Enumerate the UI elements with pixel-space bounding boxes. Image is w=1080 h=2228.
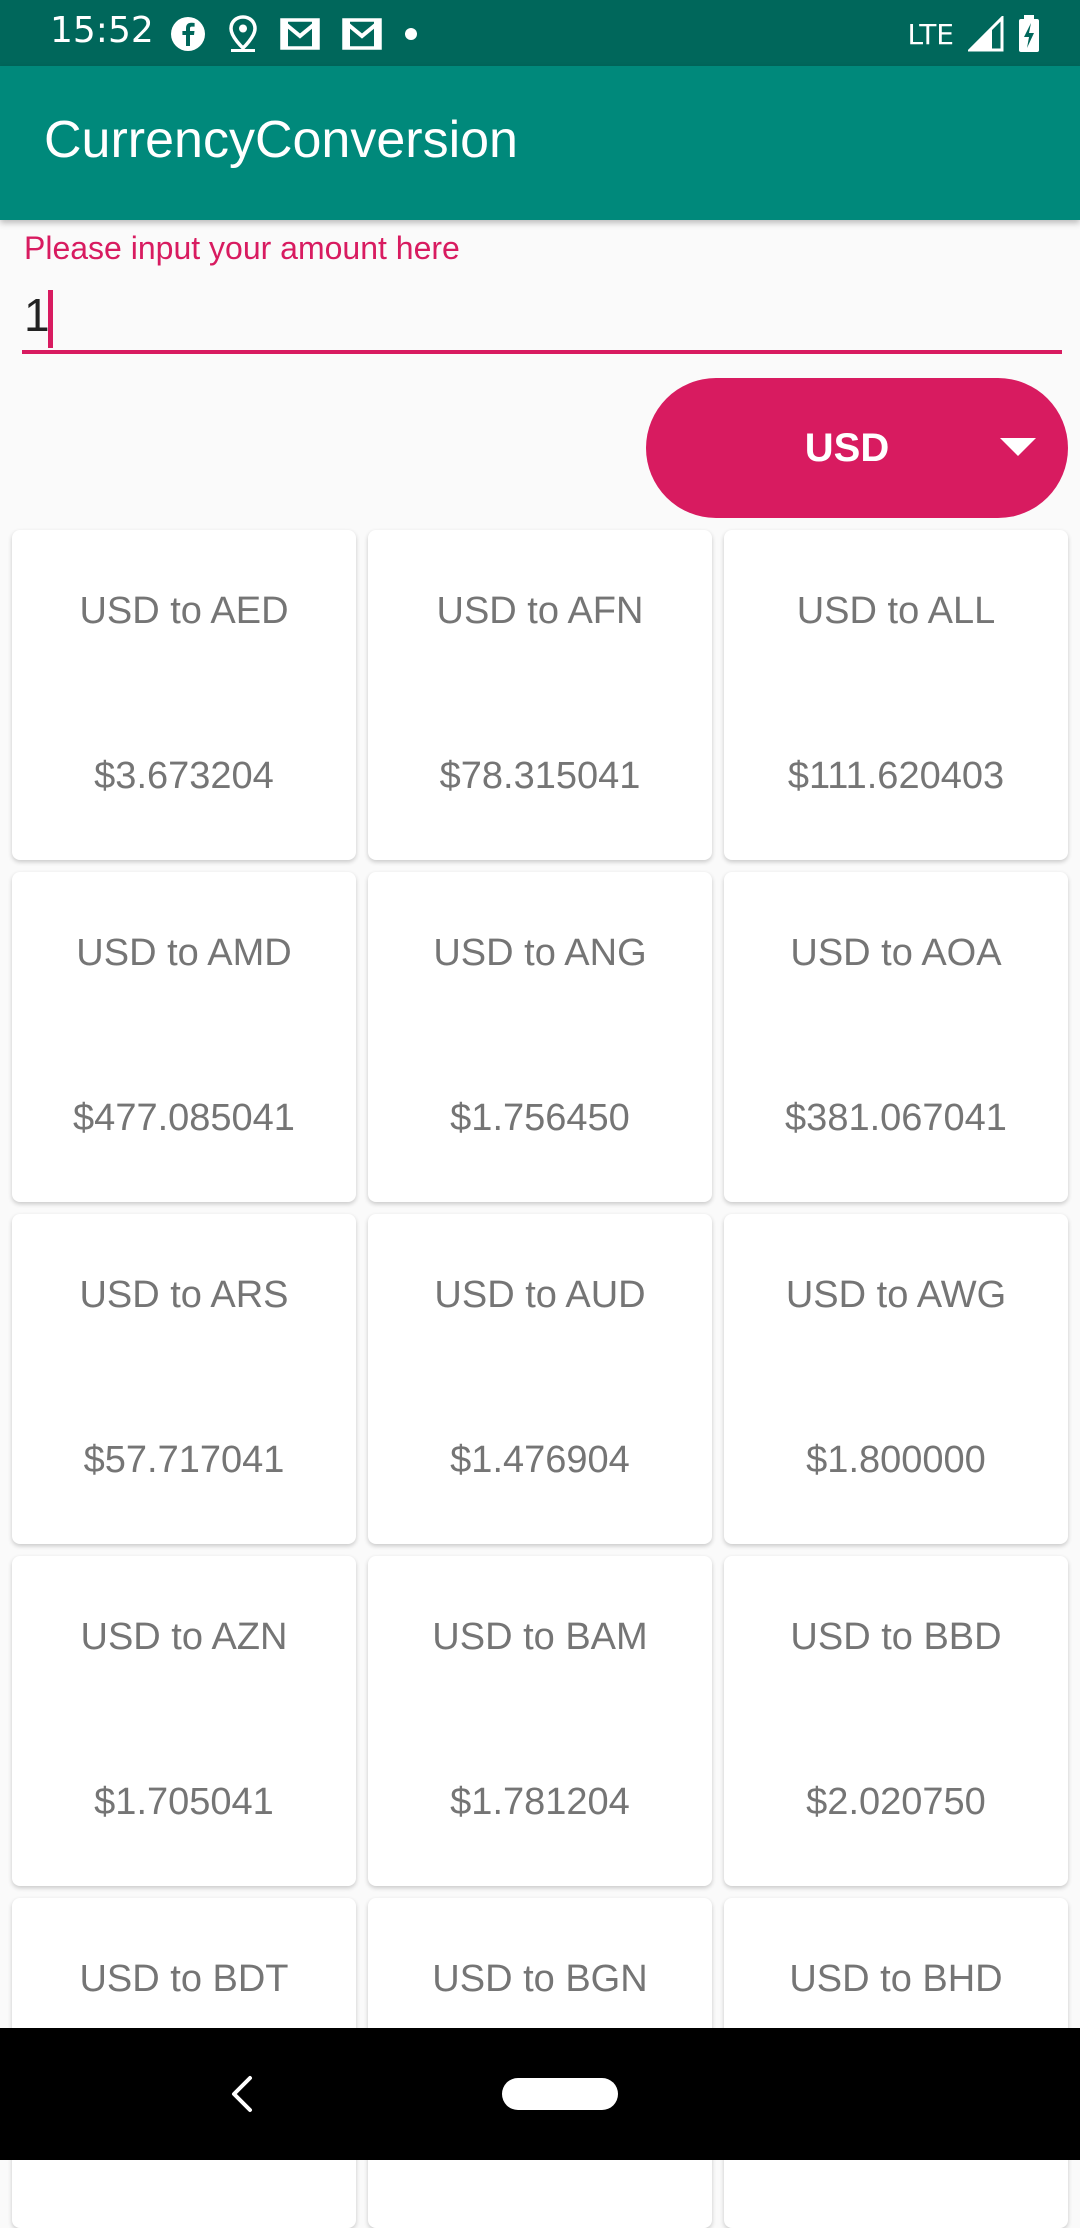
gmail-icon [342, 18, 382, 50]
dropdown-arrow-icon [1000, 438, 1036, 456]
conversion-card[interactable]: USD to BAM $1.781204 [368, 1556, 712, 1886]
conversion-rate: $477.085041 [73, 1097, 295, 1139]
navigation-bar [0, 2028, 1080, 2160]
text-cursor [48, 290, 53, 348]
amount-input-label: Please input your amount here [24, 230, 460, 266]
conversion-grid: USD to AED $3.673204 USD to AFN $78.3150… [12, 530, 1068, 2228]
conversion-title: USD to ANG [433, 932, 647, 974]
conversion-rate: $2.020750 [806, 1781, 986, 1823]
conversion-card[interactable]: USD to AFN $78.315041 [368, 530, 712, 860]
conversion-card[interactable]: USD to ARS $57.717041 [12, 1214, 356, 1544]
network-label: LTE [907, 17, 954, 51]
currency-select-button[interactable]: USD [646, 378, 1068, 518]
conversion-rate: $1.800000 [806, 1439, 986, 1481]
conversion-title: USD to AED [79, 590, 289, 632]
conversion-title: USD to ARS [79, 1274, 289, 1316]
conversion-title: USD to BHD [789, 1958, 1003, 2000]
conversion-rate: $381.067041 [785, 1097, 1007, 1139]
status-bar: 15:52 LTE [0, 0, 1080, 66]
conversion-card[interactable]: USD to AOA $381.067041 [724, 872, 1068, 1202]
location-icon [229, 15, 257, 52]
conversion-card[interactable]: USD to AUD $1.476904 [368, 1214, 712, 1544]
amount-input[interactable] [22, 280, 1062, 354]
back-icon[interactable] [222, 2072, 262, 2116]
app-title: CurrencyConversion [44, 111, 518, 169]
amount-input-container: Please input your amount here [22, 230, 1062, 360]
conversion-card[interactable]: USD to AED $3.673204 [12, 530, 356, 860]
conversion-card[interactable]: USD to AMD $477.085041 [12, 872, 356, 1202]
conversion-rate: $3.673204 [94, 755, 274, 797]
battery-icon [1019, 15, 1039, 52]
notification-icons [170, 12, 418, 56]
conversion-title: USD to AFN [436, 590, 644, 632]
gmail-icon [280, 18, 320, 50]
status-time: 15:52 [50, 10, 154, 51]
system-icons: LTE [907, 12, 1040, 56]
conversion-rate: $57.717041 [83, 1439, 285, 1481]
selected-currency: USD [804, 425, 890, 470]
home-button[interactable] [502, 2078, 618, 2110]
conversion-rate: $1.705041 [94, 1781, 274, 1823]
conversion-rate: $1.756450 [450, 1097, 630, 1139]
conversion-title: USD to BGN [432, 1958, 648, 2000]
conversion-card[interactable]: USD to ANG $1.756450 [368, 872, 712, 1202]
conversion-title: USD to AUD [434, 1274, 646, 1316]
conversion-rate: $78.315041 [439, 755, 641, 797]
conversion-card[interactable]: USD to AZN $1.705041 [12, 1556, 356, 1886]
conversion-card[interactable]: USD to ALL $111.620403 [724, 530, 1068, 860]
conversion-card[interactable]: USD to AWG $1.800000 [724, 1214, 1068, 1544]
conversion-title: USD to BAM [432, 1616, 648, 1658]
conversion-title: USD to AOA [790, 932, 1002, 974]
conversion-title: USD to BBD [790, 1616, 1002, 1658]
conversion-title: USD to ALL [796, 590, 996, 632]
conversion-rate: $111.620403 [787, 755, 1005, 797]
conversion-card[interactable]: USD to BBD $2.020750 [724, 1556, 1068, 1886]
conversion-rate: $1.476904 [450, 1439, 630, 1481]
conversion-title: USD to BDT [79, 1958, 289, 2000]
signal-icon [968, 16, 1004, 52]
app-bar: CurrencyConversion [0, 66, 1080, 220]
dot-icon [405, 28, 417, 40]
conversion-title: USD to AZN [80, 1616, 288, 1658]
facebook-icon [171, 17, 205, 51]
conversion-title: USD to AMD [76, 932, 292, 974]
conversion-rate: $1.781204 [450, 1781, 630, 1823]
conversion-title: USD to AWG [785, 1274, 1007, 1316]
